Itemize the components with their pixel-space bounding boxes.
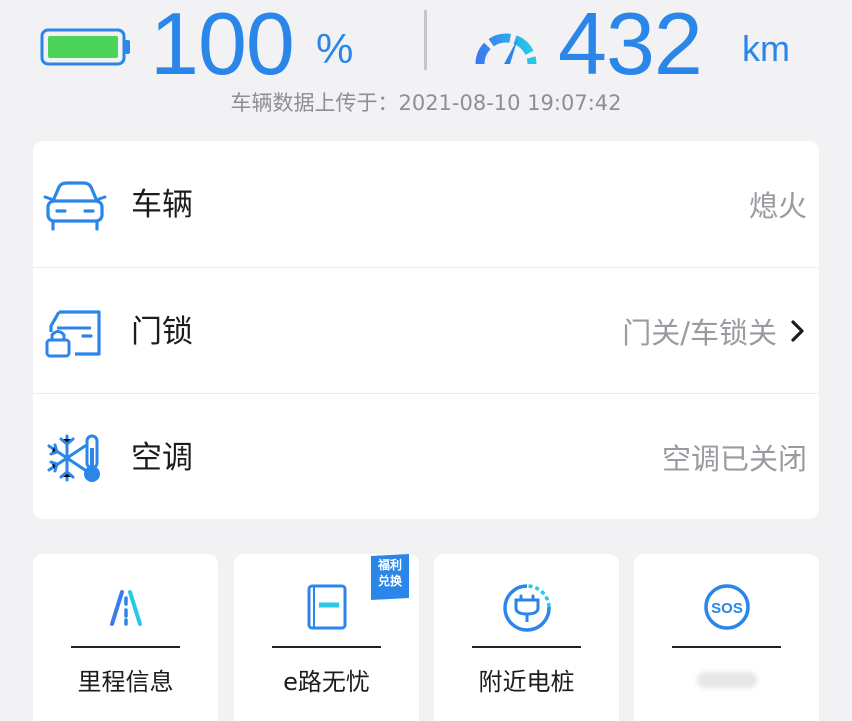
door-lock-icon [45, 310, 101, 358]
tile-label-nearby-chargers: 附近电桩 [478, 668, 575, 696]
status-row-air-conditioner: 空调 空调已关闭 [33, 393, 819, 519]
status-label-door-lock: 门锁 [131, 314, 193, 350]
status-value-vehicle: 熄火 [748, 189, 807, 223]
road-icon [109, 590, 142, 626]
status-label-vehicle: 车辆 [131, 187, 193, 223]
header-divider [424, 10, 427, 70]
status-value-air-conditioner: 空调已关闭 [661, 442, 807, 476]
status-value-door-lock: 门关/车锁关 [622, 316, 777, 350]
tile-sos[interactable]: SOS [634, 554, 819, 721]
welfare-badge: 福利 兑换 [373, 557, 407, 589]
snowflake-thermometer-icon [47, 434, 100, 482]
vehicle-status-card: 车辆 熄火 门锁 门关/车锁关 空调 空调已关闭 [33, 141, 819, 519]
range-unit: km [742, 28, 790, 69]
data-upload-time: 车辆数据上传于：2021-08-10 19:07:42 [230, 91, 622, 115]
tile-label-e-road-worry-free: e路无忧 [283, 668, 370, 696]
tile-divider [472, 646, 581, 648]
tile-mileage-info[interactable]: 里程信息 [33, 554, 218, 721]
sos-icon: SOS [703, 584, 750, 630]
speedometer-icon [475, 33, 537, 65]
car-icon [43, 181, 107, 231]
welfare-badge-line-2: 兑换 [377, 574, 402, 588]
range-value: 432 [558, 0, 703, 93]
status-label-air-conditioner: 空调 [131, 440, 193, 476]
status-row-vehicle: 车辆 熄火 [33, 141, 819, 267]
welfare-badge-line-1: 福利 [377, 558, 402, 572]
tile-e-road-worry-free[interactable]: 福利 兑换 e路无忧 [234, 554, 419, 721]
chevron-right-icon[interactable] [789, 316, 807, 346]
tile-divider [71, 646, 180, 648]
svg-text:SOS: SOS [711, 600, 743, 617]
tile-label-mileage-info: 里程信息 [77, 668, 174, 696]
charging-plug-icon [502, 584, 551, 632]
blurred-label [634, 672, 819, 692]
tile-divider [672, 646, 781, 648]
status-row-door-lock[interactable]: 门锁 门关/车锁关 [33, 267, 819, 393]
tile-divider [272, 646, 381, 648]
booklet-icon [307, 584, 346, 630]
battery-percent-unit: % [316, 25, 354, 72]
battery-percent-value: 100 [150, 0, 295, 93]
tile-nearby-chargers[interactable]: 附近电桩 [434, 554, 619, 721]
battery-icon [40, 28, 130, 66]
